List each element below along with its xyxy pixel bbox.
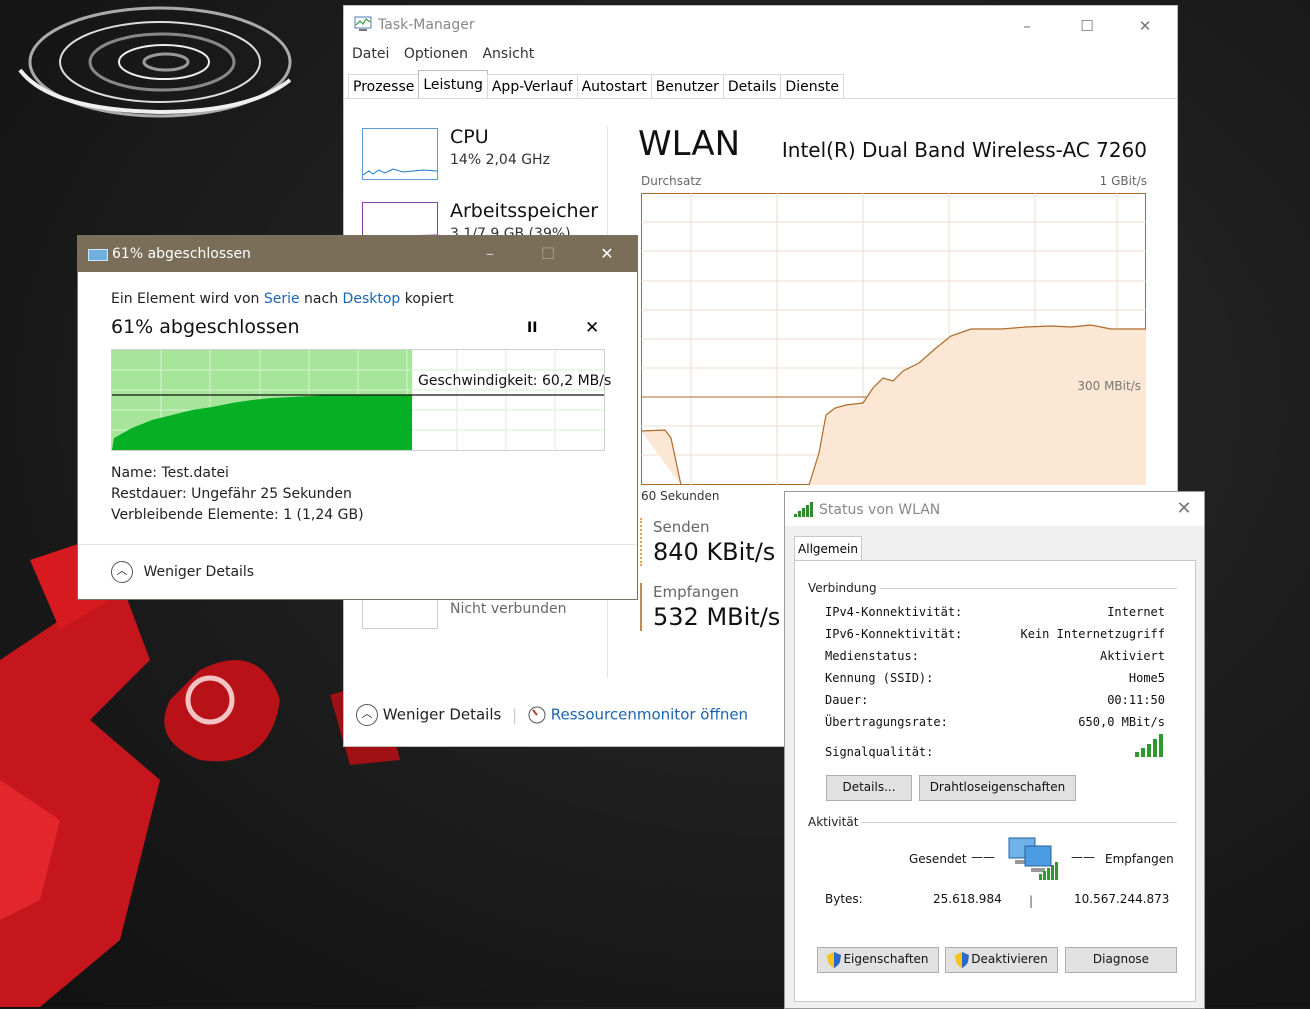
receive-value: 532 MBit/s <box>653 603 781 631</box>
receive-stat: Empfangen 532 MBit/s <box>640 583 780 631</box>
copy-progress-dialog: 61% abgeschlossen – ☐ ✕ Ein Element wird… <box>77 235 638 600</box>
close-button[interactable]: ✕ <box>1172 498 1196 519</box>
transfer-speed: Geschwindigkeit: 60,2 MB/s <box>418 373 612 389</box>
close-button[interactable]: ✕ <box>1122 12 1168 40</box>
wlan-status-dialog: Status von WLAN ✕ Allgemein Verbindung I… <box>784 491 1205 1009</box>
panel-title: WLAN <box>638 124 741 164</box>
remaining-time: Restdauer: Ungefähr 25 Sekunden <box>111 486 352 502</box>
tab-bar: Prozesse Leistung App-Verlauf Autostart … <box>348 70 844 99</box>
menu-ansicht[interactable]: Ansicht <box>482 46 534 62</box>
transfer-speed-graph <box>111 349 605 451</box>
pause-icon[interactable]: II <box>527 320 537 336</box>
status-title: Status von WLAN <box>819 502 941 518</box>
activity-group-label: Aktivität <box>805 815 862 829</box>
graph-mid-label: 300 MBit/s <box>1077 379 1141 393</box>
wallpaper-spiral <box>18 6 292 118</box>
bytes-received: 10.567.244.873 <box>1074 892 1170 906</box>
details-button[interactable]: Details... <box>826 775 912 801</box>
connection-group-label: Verbindung <box>805 581 880 595</box>
maximize-button[interactable]: ☐ <box>525 240 571 268</box>
wireless-properties-button[interactable]: Drahtloseigenschaften <box>919 775 1076 801</box>
tab-autostart[interactable]: Autostart <box>576 74 652 99</box>
chevron-up-icon[interactable]: ︿ <box>111 561 133 583</box>
signal-quality-icon <box>1135 734 1163 757</box>
tab-divider <box>344 98 1177 99</box>
tab-leistung[interactable]: Leistung <box>418 70 488 99</box>
sidebar-memory-label: Arbeitsspeicher <box>450 200 599 222</box>
footer-divider <box>78 544 637 545</box>
menu-bar: Datei Optionen Ansicht <box>344 46 536 70</box>
group-rule <box>879 588 1177 589</box>
throughput-max-label: 1 GBit/s <box>1099 174 1147 188</box>
sent-label: Gesendet <box>909 852 967 866</box>
signal-icon <box>794 502 813 517</box>
status-titlebar[interactable]: Status von WLAN ✕ <box>785 492 1204 526</box>
disable-button[interactable]: Deaktivieren <box>945 947 1058 973</box>
minimize-button[interactable]: – <box>467 240 513 268</box>
bytes-sent: 25.618.984 <box>933 892 1002 906</box>
copy-dialog-title: 61% abgeschlossen <box>112 246 251 262</box>
menu-datei[interactable]: Datei <box>352 46 389 62</box>
throughput-graph: 300 MBit/s <box>641 193 1146 485</box>
receive-label: Empfangen <box>653 583 739 601</box>
sidebar-cpu-value: 14% 2,04 GHz <box>450 152 550 168</box>
sidebar-cpu-label: CPU <box>450 126 489 148</box>
received-label: Empfangen <box>1105 852 1174 866</box>
properties-button[interactable]: Eigenschaften <box>817 947 939 973</box>
tab-app-verlauf[interactable]: App-Verlauf <box>486 74 578 99</box>
close-button[interactable]: ✕ <box>584 240 630 268</box>
copy-dialog-icon <box>88 249 108 261</box>
group-rule <box>859 822 1177 823</box>
tab-allgemein[interactable]: Allgemein <box>794 536 862 562</box>
cpu-thumbnail-graph <box>362 128 438 180</box>
source-folder-link[interactable]: Serie <box>264 291 300 307</box>
tab-details[interactable]: Details <box>722 74 782 99</box>
chevron-up-icon[interactable]: ︿ <box>356 704 378 726</box>
send-stat: Senden 840 KBit/s <box>640 518 775 566</box>
bytes-label: Bytes: <box>825 892 863 906</box>
task-manager-titlebar[interactable]: Task-Manager – ☐ ✕ <box>344 6 1177 44</box>
task-manager-footer: ︿ Weniger Details | Ressourcenmonitor öf… <box>356 704 748 726</box>
resource-monitor-icon <box>528 706 546 724</box>
time-axis-label: 60 Sekunden <box>641 489 720 503</box>
remaining-items: Verbleibende Elemente: 1 (1,24 GB) <box>111 507 364 523</box>
cancel-icon[interactable]: ✕ <box>585 318 599 338</box>
tab-prozesse[interactable]: Prozesse <box>348 74 420 99</box>
send-label: Senden <box>653 518 710 536</box>
copy-footer: ︿ Weniger Details <box>111 561 254 583</box>
task-manager-icon <box>354 16 372 31</box>
window-title: Task-Manager <box>378 17 475 33</box>
copy-description: Ein Element wird von Serie nach Desktop … <box>111 291 454 307</box>
minimize-button[interactable]: – <box>1004 12 1050 40</box>
menu-optionen[interactable]: Optionen <box>404 46 468 62</box>
tab-dienste[interactable]: Dienste <box>780 74 844 99</box>
adapter-name: Intel(R) Dual Band Wireless-AC 7260 <box>781 138 1147 162</box>
destination-folder-link[interactable]: Desktop <box>343 291 401 307</box>
resource-monitor-link[interactable]: Ressourcenmonitor öffnen <box>551 706 748 724</box>
sent-line: —— <box>971 850 995 864</box>
diagnose-button[interactable]: Diagnose <box>1065 947 1177 973</box>
less-details-link[interactable]: Weniger Details <box>383 706 502 724</box>
sidebar-disconnected-status: Nicht verbunden <box>450 601 567 617</box>
throughput-label: Durchsatz <box>641 174 702 188</box>
send-value: 840 KBit/s <box>653 538 776 566</box>
uac-shield-icon <box>827 951 842 968</box>
received-line: —— <box>1071 850 1095 864</box>
progress-heading: 61% abgeschlossen <box>111 316 300 338</box>
uac-shield-icon <box>955 951 970 968</box>
less-details-button[interactable]: Weniger Details <box>143 564 254 580</box>
copy-dialog-titlebar[interactable]: 61% abgeschlossen – ☐ ✕ <box>78 236 637 272</box>
maximize-button[interactable]: ☐ <box>1064 12 1110 40</box>
file-name: Name: Test.datei <box>111 465 229 481</box>
bytes-divider: | <box>1029 894 1034 908</box>
tab-benutzer[interactable]: Benutzer <box>650 74 724 99</box>
network-computers-icon <box>1008 837 1058 880</box>
